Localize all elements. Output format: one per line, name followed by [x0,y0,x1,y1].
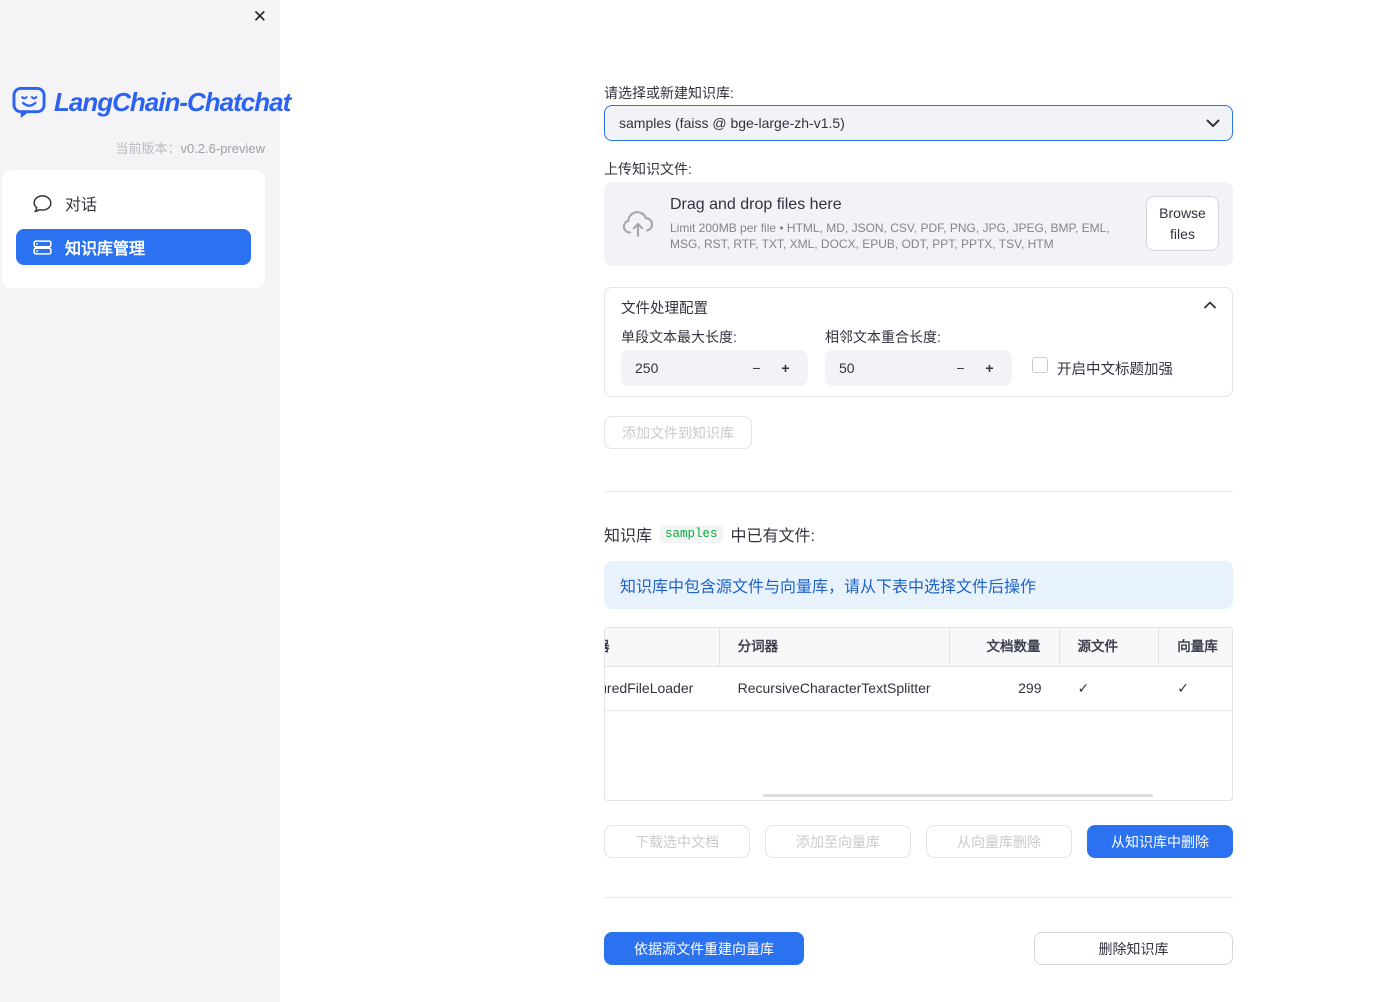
dropzone-limit-text: Limit 200MB per file • HTML, MD, JSON, C… [670,221,1110,251]
sidebar-menu: 对话 知识库管理 [2,170,265,288]
add-files-to-kb-button[interactable]: 添加文件到知识库 [604,416,752,449]
kb-stack-icon [33,238,52,257]
chunk-overlap-input[interactable]: 50 − + [825,350,1012,386]
sidebar: ✕ LangChain-Chatchat 当前版本：v0.2.6-preview [0,0,291,1002]
sidebar-close-icon[interactable]: ✕ [253,7,267,27]
kb-select-value: samples (faiss @ bge-large-zh-v1.5) [619,115,845,131]
cloud-upload-icon [620,210,656,239]
zh-title-enhance-label: 开启中文标题加强 [1057,362,1173,378]
chunk-overlap-value: 50 [839,360,855,376]
file-dropzone[interactable]: Drag and drop files here Limit 200MB per… [604,182,1233,266]
cell-source-file-check: ✓ [1077,680,1090,696]
chunk-size-value: 250 [635,360,659,376]
sidebar-item-label: 知识库管理 [65,241,146,258]
delete-kb-button[interactable]: 删除知识库 [1034,932,1233,965]
col-header-source-file: 源文件 [1060,628,1160,666]
kb-name-code: samples [660,525,723,543]
table-row[interactable]: UnstructuredFileLoader RecursiveCharacte… [605,667,1232,711]
upload-label: 上传知识文件: [604,161,692,177]
cell-vector-store-check: ✓ [1177,680,1189,696]
step-plus-button[interactable]: + [771,360,800,376]
sidebar-item-dialogue[interactable]: 对话 [16,186,251,220]
dropzone-text: Drag and drop files here Limit 200MB per… [670,196,1142,252]
download-selected-button[interactable]: 下载选中文档 [604,825,750,858]
col-header-splitter: 分词器 [720,628,950,666]
chevron-up-icon[interactable] [1204,301,1216,309]
cell-doc-count: 299 [1018,680,1042,696]
divider [604,897,1233,898]
file-config-expander: 文件处理配置 单段文本最大长度: 相邻文本重合长度: 250 − + 50 − … [604,287,1233,397]
browse-files-button[interactable]: Browse files [1146,196,1219,251]
cell-loader: UnstructuredFileLoader [605,680,694,696]
kb-select-dropdown[interactable]: samples (faiss @ bge-large-zh-v1.5) [604,105,1233,141]
sidebar-item-kb-management[interactable]: 知识库管理 [16,229,251,265]
zh-title-enhance-checkbox[interactable] [1032,357,1048,373]
heading-suffix: 中已有文件: [730,528,815,545]
heading-prefix: 知识库 [604,528,653,545]
table-horizontal-scrollbar[interactable] [763,794,1153,797]
step-minus-button[interactable]: − [946,360,975,376]
delete-from-vectorstore-button[interactable]: 从向量库删除 [926,825,1072,858]
sidebar-item-label: 对话 [65,197,98,214]
kb-files-table: 文档加载器 分词器 文档数量 源文件 向量库 UnstructuredFileL… [604,627,1233,801]
cell-splitter: RecursiveCharacterTextSplitter [737,680,931,696]
dropzone-title: Drag and drop files here [670,196,842,213]
version-caption: 当前版本：v0.2.6-preview [115,138,265,157]
info-text: 知识库中包含源文件与向量库，请从下表中选择文件后操作 [620,579,1037,596]
step-minus-button[interactable]: − [742,360,771,376]
version-label: 当前版本： [115,141,181,156]
kb-select-label: 请选择或新建知识库: [604,85,734,101]
chevron-down-icon [1206,119,1220,128]
chunk-size-label: 单段文本最大长度: [621,329,737,345]
col-header-doc-count: 文档数量 [950,628,1060,666]
table-header-row: 文档加载器 分词器 文档数量 源文件 向量库 [605,628,1232,667]
rebuild-vectorstore-button[interactable]: 依据源文件重建向量库 [604,932,804,965]
divider [604,491,1233,492]
logo-text: LangChain-Chatchat [54,87,291,117]
main-content: 请选择或新建知识库: samples (faiss @ bge-large-zh… [604,0,1233,1002]
app-logo: LangChain-Chatchat [12,86,291,119]
delete-from-kb-button[interactable]: 从知识库中删除 [1087,825,1233,858]
logo-chat-smiley-icon [12,86,47,119]
chunk-overlap-label: 相邻文本重合长度: [825,329,941,345]
step-plus-button[interactable]: + [975,360,1004,376]
col-header-vector-store: 向量库 [1177,639,1218,654]
chat-bubble-icon [33,194,52,213]
col-header-loader: 文档加载器 [605,628,720,666]
version-value: v0.2.6-preview [180,141,265,156]
kb-files-heading: 知识库 samples 中已有文件: [604,522,815,546]
expander-title[interactable]: 文件处理配置 [621,297,708,318]
chunk-size-input[interactable]: 250 − + [621,350,808,386]
info-banner: 知识库中包含源文件与向量库，请从下表中选择文件后操作 [604,561,1233,609]
app-window: ✕ LangChain-Chatchat 当前版本：v0.2.6-preview [0,0,1380,1002]
add-to-vectorstore-button[interactable]: 添加至向量库 [765,825,911,858]
